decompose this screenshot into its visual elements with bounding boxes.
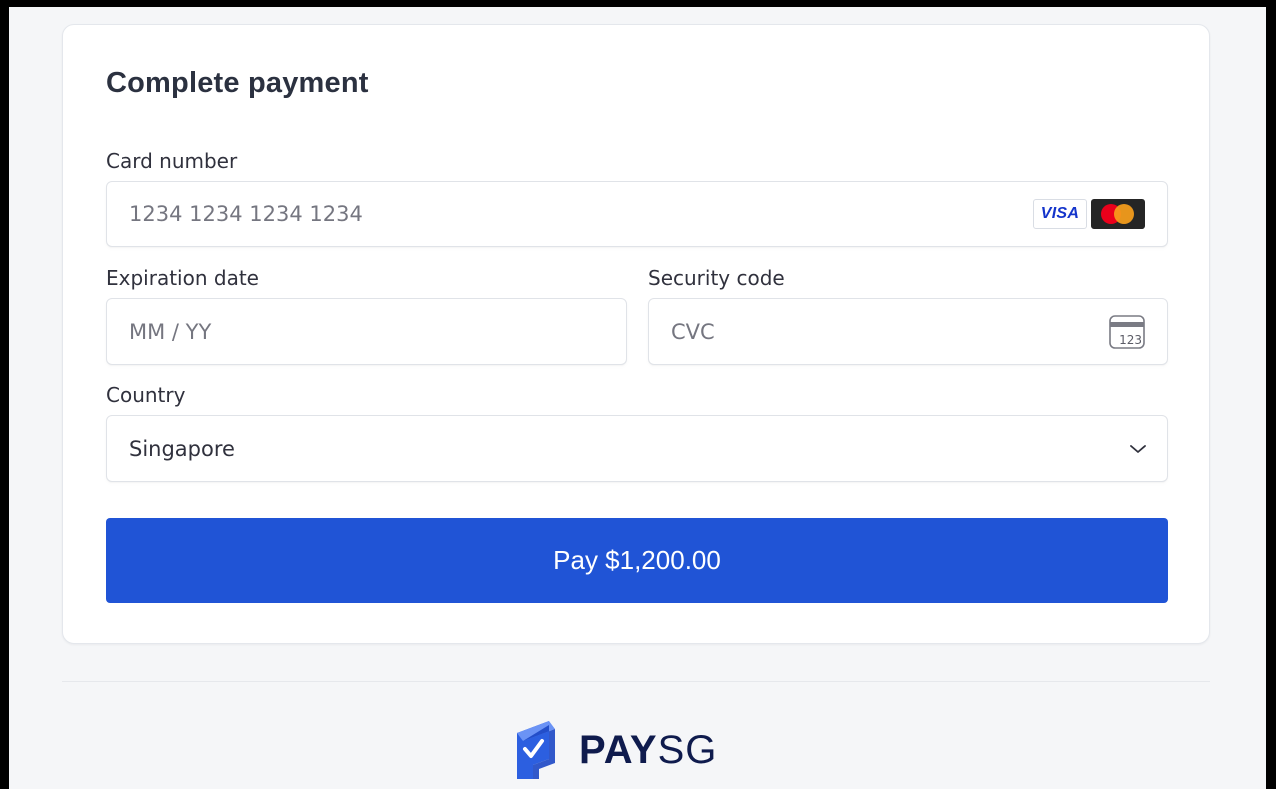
payment-card: Complete payment Card number 1234 1234 1… (62, 24, 1210, 644)
card-number-label: Card number (106, 149, 238, 173)
card-number-placeholder: 1234 1234 1234 1234 (129, 202, 363, 226)
country-select[interactable]: Singapore (106, 415, 1168, 482)
paysg-logo-text-sg: SG (657, 727, 718, 772)
paysg-logo-icon (517, 721, 555, 779)
expiration-date-label: Expiration date (106, 266, 259, 290)
paysg-logo-text: PAYSG (579, 728, 717, 773)
security-code-field[interactable]: CVC 123 (648, 298, 1168, 365)
page-viewport: Complete payment Card number 1234 1234 1… (9, 7, 1266, 789)
cvc-card-icon: 123 (1109, 315, 1145, 349)
security-code-placeholder: CVC (671, 319, 715, 344)
pay-button[interactable]: Pay $1,200.00 (106, 518, 1168, 603)
visa-icon: VISA (1033, 199, 1087, 229)
card-number-field[interactable]: 1234 1234 1234 1234 VISA (106, 181, 1168, 247)
cvc-icon-digits: 123 (1119, 333, 1142, 347)
mastercard-icon (1091, 199, 1145, 229)
visa-text: VISA (1040, 205, 1080, 222)
expiration-date-field[interactable]: MM / YY (106, 298, 627, 365)
country-select-value: Singapore (129, 436, 235, 461)
chevron-down-icon (1130, 444, 1146, 453)
card-brands: VISA (1033, 199, 1145, 229)
security-code-label: Security code (648, 266, 785, 290)
mastercard-orange-circle (1114, 204, 1134, 224)
paysg-logo: PAYSG (513, 719, 717, 781)
paysg-logo-text-pay: PAY (579, 727, 658, 772)
page-title: Complete payment (106, 67, 369, 99)
expiration-date-placeholder: MM / YY (129, 319, 212, 344)
country-label: Country (106, 383, 186, 407)
footer-divider (62, 681, 1210, 682)
